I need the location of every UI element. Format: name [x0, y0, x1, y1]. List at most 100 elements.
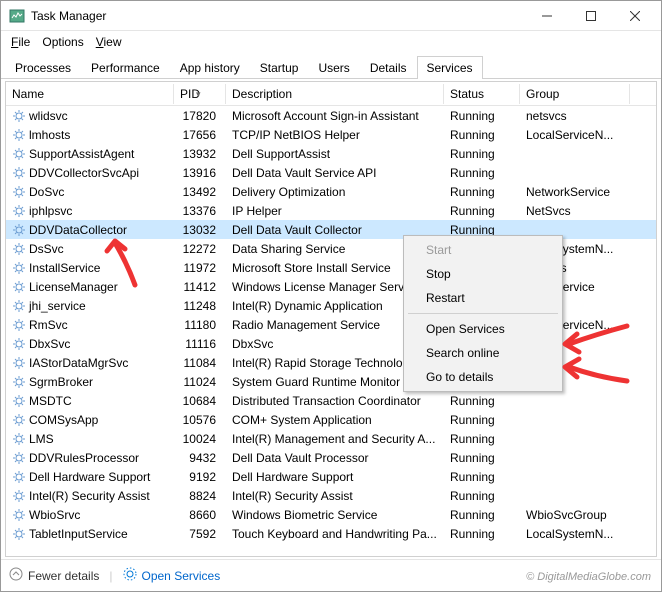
cell-name: lmhosts — [6, 127, 174, 143]
tab-details[interactable]: Details — [360, 56, 417, 79]
cell-desc: Intel(R) Security Assist — [226, 488, 444, 504]
service-row[interactable]: DDVCollectorSvcApi13916Dell Data Vault S… — [6, 163, 656, 182]
service-icon — [12, 147, 26, 161]
cell-group — [520, 457, 630, 459]
cell-pid: 9432 — [174, 450, 226, 466]
window-title: Task Manager — [31, 9, 525, 23]
cell-group: NetSvcs — [520, 203, 630, 219]
cell-group — [520, 172, 630, 174]
cell-name: wlidsvc — [6, 108, 174, 124]
col-group[interactable]: Group — [520, 84, 630, 104]
cell-desc: Microsoft Account Sign-in Assistant — [226, 108, 444, 124]
cell-desc: Distributed Transaction Coordinator — [226, 393, 444, 409]
minimize-button[interactable] — [525, 2, 569, 30]
service-icon — [12, 223, 26, 237]
cell-name: InstallService — [6, 260, 174, 276]
service-icon — [12, 527, 26, 541]
cell-name: DDVDataCollector — [6, 222, 174, 238]
service-row[interactable]: WbioSrvc8660Windows Biometric ServiceRun… — [6, 505, 656, 524]
cell-status: Running — [444, 431, 520, 447]
col-description[interactable]: Description — [226, 84, 444, 104]
cell-name: DDVRulesProcessor — [6, 450, 174, 466]
service-row[interactable]: TabletInputService7592Touch Keyboard and… — [6, 524, 656, 543]
open-services-button[interactable]: Open Services — [123, 567, 221, 584]
cell-status: Running — [444, 127, 520, 143]
cell-group: WbioSvcGroup — [520, 507, 630, 523]
service-row[interactable]: LMS10024Intel(R) Management and Security… — [6, 429, 656, 448]
service-row[interactable]: Intel(R) Security Assist8824Intel(R) Sec… — [6, 486, 656, 505]
cell-pid: 9192 — [174, 469, 226, 485]
cell-status: Running — [444, 108, 520, 124]
gear-icon — [123, 567, 137, 584]
cell-desc: Delivery Optimization — [226, 184, 444, 200]
service-icon — [12, 337, 26, 351]
cell-name: jhi_service — [6, 298, 174, 314]
service-row[interactable]: wlidsvc17820Microsoft Account Sign-in As… — [6, 106, 656, 125]
cell-desc: TCP/IP NetBIOS Helper — [226, 127, 444, 143]
ctx-search-online[interactable]: Search online — [406, 341, 560, 365]
cell-name: RmSvc — [6, 317, 174, 333]
service-icon — [12, 318, 26, 332]
cell-name: Dell Hardware Support — [6, 469, 174, 485]
fewer-details-button[interactable]: Fewer details — [9, 567, 99, 584]
col-name[interactable]: Name — [6, 84, 174, 104]
service-icon — [12, 508, 26, 522]
titlebar: Task Manager — [1, 1, 661, 31]
cell-name: SupportAssistAgent — [6, 146, 174, 162]
menu-options[interactable]: Options — [36, 33, 89, 51]
service-row[interactable]: SupportAssistAgent13932Dell SupportAssis… — [6, 144, 656, 163]
cell-group: netsvcs — [520, 108, 630, 124]
cell-desc: Touch Keyboard and Handwriting Pa... — [226, 526, 444, 542]
cell-group: LocalSystemN... — [520, 526, 630, 542]
cell-pid: 13032 — [174, 222, 226, 238]
close-button[interactable] — [613, 2, 657, 30]
service-row[interactable]: DoSvc13492Delivery OptimizationRunningNe… — [6, 182, 656, 201]
cell-name: LicenseManager — [6, 279, 174, 295]
cell-desc: Dell SupportAssist — [226, 146, 444, 162]
footer-separator: | — [109, 569, 112, 583]
cell-desc: Dell Data Vault Processor — [226, 450, 444, 466]
sort-desc-icon: ▾ — [196, 89, 201, 99]
app-icon — [9, 8, 25, 24]
service-row[interactable]: DDVRulesProcessor9432Dell Data Vault Pro… — [6, 448, 656, 467]
service-row[interactable]: COMSysApp10576COM+ System ApplicationRun… — [6, 410, 656, 429]
cell-name: SgrmBroker — [6, 374, 174, 390]
service-icon — [12, 394, 26, 408]
service-icon — [12, 299, 26, 313]
ctx-stop[interactable]: Stop — [406, 262, 560, 286]
cell-name: TabletInputService — [6, 526, 174, 542]
cell-desc: Dell Data Vault Service API — [226, 165, 444, 181]
service-row[interactable]: Dell Hardware Support9192Dell Hardware S… — [6, 467, 656, 486]
tab-startup[interactable]: Startup — [250, 56, 309, 79]
cell-desc: Windows Biometric Service — [226, 507, 444, 523]
col-pid[interactable]: PID▾ — [174, 84, 226, 104]
tab-services[interactable]: Services — [417, 56, 483, 79]
tab-processes[interactable]: Processes — [5, 56, 81, 79]
cell-group — [520, 419, 630, 421]
ctx-start: Start — [406, 238, 560, 262]
cell-pid: 13932 — [174, 146, 226, 162]
menu-file[interactable]: File — [5, 33, 36, 51]
cell-status: Running — [444, 469, 520, 485]
maximize-button[interactable] — [569, 2, 613, 30]
service-row[interactable]: MSDTC10684Distributed Transaction Coordi… — [6, 391, 656, 410]
service-row[interactable]: lmhosts17656TCP/IP NetBIOS HelperRunning… — [6, 125, 656, 144]
ctx-open-services[interactable]: Open Services — [406, 317, 560, 341]
service-icon — [12, 356, 26, 370]
chevron-up-icon — [9, 567, 23, 584]
fewer-details-label: Fewer details — [28, 569, 99, 583]
cell-pid: 13376 — [174, 203, 226, 219]
col-status[interactable]: Status — [444, 84, 520, 104]
service-icon — [12, 432, 26, 446]
menu-view[interactable]: View — [90, 33, 128, 51]
cell-name: MSDTC — [6, 393, 174, 409]
ctx-go-to-details[interactable]: Go to details — [406, 365, 560, 389]
tab-app-history[interactable]: App history — [170, 56, 250, 79]
cell-status: Running — [444, 488, 520, 504]
cell-name: DoSvc — [6, 184, 174, 200]
service-row[interactable]: iphlpsvc13376IP HelperRunningNetSvcs — [6, 201, 656, 220]
tab-performance[interactable]: Performance — [81, 56, 170, 79]
ctx-restart[interactable]: Restart — [406, 286, 560, 310]
tab-users[interactable]: Users — [308, 56, 359, 79]
cell-status: Running — [444, 526, 520, 542]
